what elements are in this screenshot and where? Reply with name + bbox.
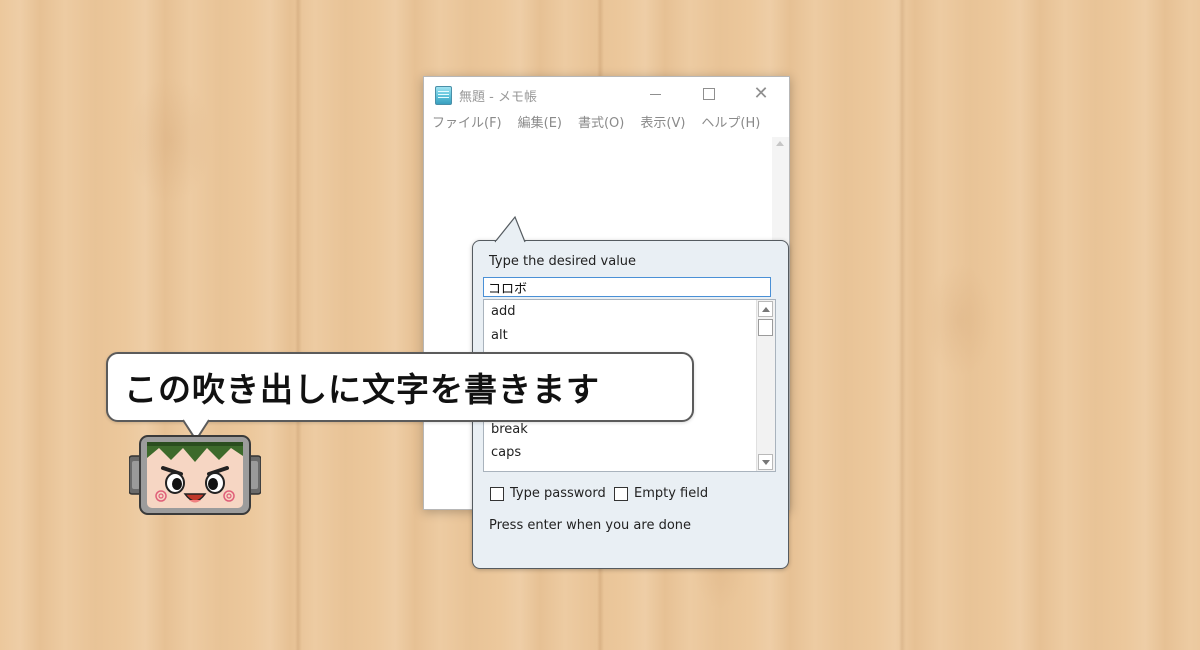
value-input[interactable] (483, 277, 771, 297)
minimize-button[interactable] (632, 77, 678, 111)
menu-edit[interactable]: 編集(E) (518, 111, 562, 137)
dialog-prompt: Type the desired value (489, 254, 637, 269)
close-button[interactable]: ✕ (738, 77, 784, 111)
dialog-hint: Press enter when you are done (489, 518, 692, 533)
robot-mascot-icon (129, 435, 261, 515)
list-item[interactable]: add (484, 300, 775, 324)
minimize-icon (649, 93, 661, 95)
checkbox-box[interactable] (614, 486, 628, 501)
arrow-down-icon (761, 459, 770, 465)
speech-text: この吹き出しに文字を書きます (124, 370, 600, 409)
type-password-checkbox[interactable]: Type password (490, 486, 606, 501)
speech-bubble: この吹き出しに文字を書きます (106, 352, 694, 442)
maximize-icon (703, 88, 715, 100)
checkbox-box[interactable] (490, 486, 504, 501)
list-scroll-down-button[interactable] (758, 454, 773, 470)
menu-view[interactable]: 表示(V) (640, 111, 685, 137)
scroll-up-icon[interactable] (776, 141, 784, 146)
menu-format[interactable]: 書式(O) (578, 111, 624, 137)
checkbox-label: Type password (510, 486, 606, 501)
menu-help[interactable]: ヘルプ(H) (701, 111, 760, 137)
dialog-pointer (494, 215, 526, 245)
notepad-icon (435, 86, 452, 105)
list-item[interactable]: alt (484, 324, 775, 348)
window-title: 無題 - メモ帳 (459, 90, 537, 105)
checkbox-label: Empty field (634, 486, 709, 501)
list-item[interactable]: caps (484, 441, 775, 465)
maximize-button[interactable] (686, 77, 732, 111)
notepad-titlebar[interactable]: 無題 - メモ帳 ✕ (424, 77, 789, 111)
menu-bar: ファイル(F) 編集(E) 書式(O) 表示(V) ヘルプ(H) (424, 111, 789, 137)
list-scrollbar[interactable] (756, 300, 775, 471)
arrow-up-icon (761, 306, 770, 312)
close-icon: ✕ (753, 83, 769, 104)
list-scroll-thumb[interactable] (758, 319, 773, 336)
empty-field-checkbox[interactable]: Empty field (614, 486, 708, 501)
list-scroll-up-button[interactable] (758, 301, 773, 317)
menu-file[interactable]: ファイル(F) (432, 111, 502, 137)
